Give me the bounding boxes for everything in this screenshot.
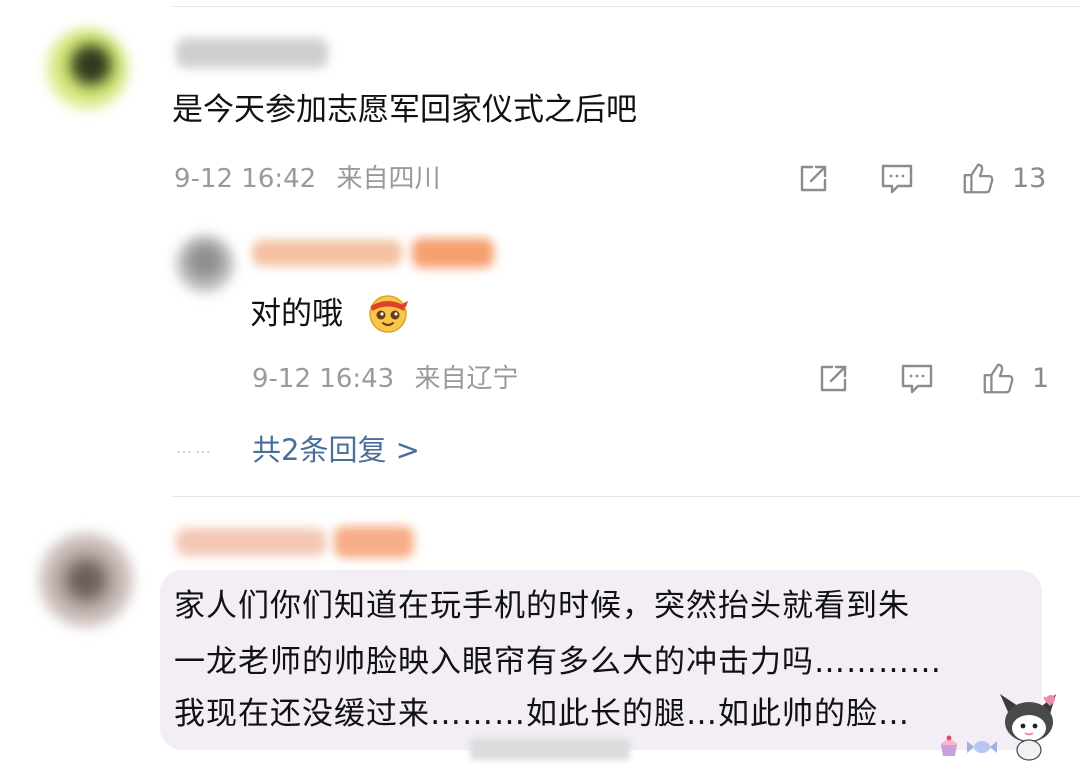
username-badge-blurred [412,238,494,268]
more-replies-link[interactable]: 共2条回复 > [252,432,420,468]
comment-text: 是今天参加志愿军回家仪式之后吧 [172,92,637,128]
reply-dots-divider: …… [176,438,214,457]
reply-meta: 9-12 16:43 来自辽宁 [252,363,518,395]
comment-bubble: 家人们你们知道在玩手机的时候，突然抬头就看到朱 一龙老师的帅脸映入眼帘有多么大的… [160,570,1042,750]
username-blurred[interactable] [176,528,326,556]
reply-location: 来自辽宁 [414,364,519,394]
top-divider [172,6,1080,7]
avatar[interactable] [38,532,134,628]
username-blurred[interactable] [176,38,328,68]
watermark-blurred [470,738,630,760]
reply-text-content: 对的哦 [250,296,343,332]
like-count: 1 [1032,363,1050,394]
cupcake-sticker-icon [936,734,962,758]
comment-icon[interactable] [899,361,935,397]
share-icon[interactable] [795,161,831,197]
thumbs-up-icon[interactable] [961,160,997,196]
comment-divider [172,496,1080,497]
headband-smile-emoji [366,290,410,334]
avatar[interactable] [176,235,234,293]
share-icon[interactable] [815,361,851,397]
kuromi-sticker-icon [996,692,1062,762]
bubble-line: 家人们你们知道在玩手机的时候，突然抬头就看到朱 [174,588,910,624]
comment-date: 9-12 16:42 [174,164,317,194]
thumbs-up-icon[interactable] [981,360,1017,396]
reply-date: 9-12 16:43 [252,364,395,394]
comment-location: 来自四川 [336,164,441,194]
bubble-line: 我现在还没缓过来………如此长的腿…如此帅的脸… [174,696,910,732]
comment-meta: 9-12 16:42 来自四川 [174,163,440,195]
comment-thread: 是今天参加志愿军回家仪式之后吧 9-12 16:42 来自四川 13 对的哦 9… [0,0,1080,777]
like-count: 13 [1012,163,1047,194]
reply-text: 对的哦 [250,292,343,336]
avatar[interactable] [46,28,128,110]
comment-icon[interactable] [879,161,915,197]
bubble-line: 一龙老师的帅脸映入眼帘有多么大的冲击力吗………… [174,644,942,680]
username-badge-blurred [334,526,414,558]
username-blurred[interactable] [252,240,402,266]
candy-sticker-icon [966,738,998,756]
